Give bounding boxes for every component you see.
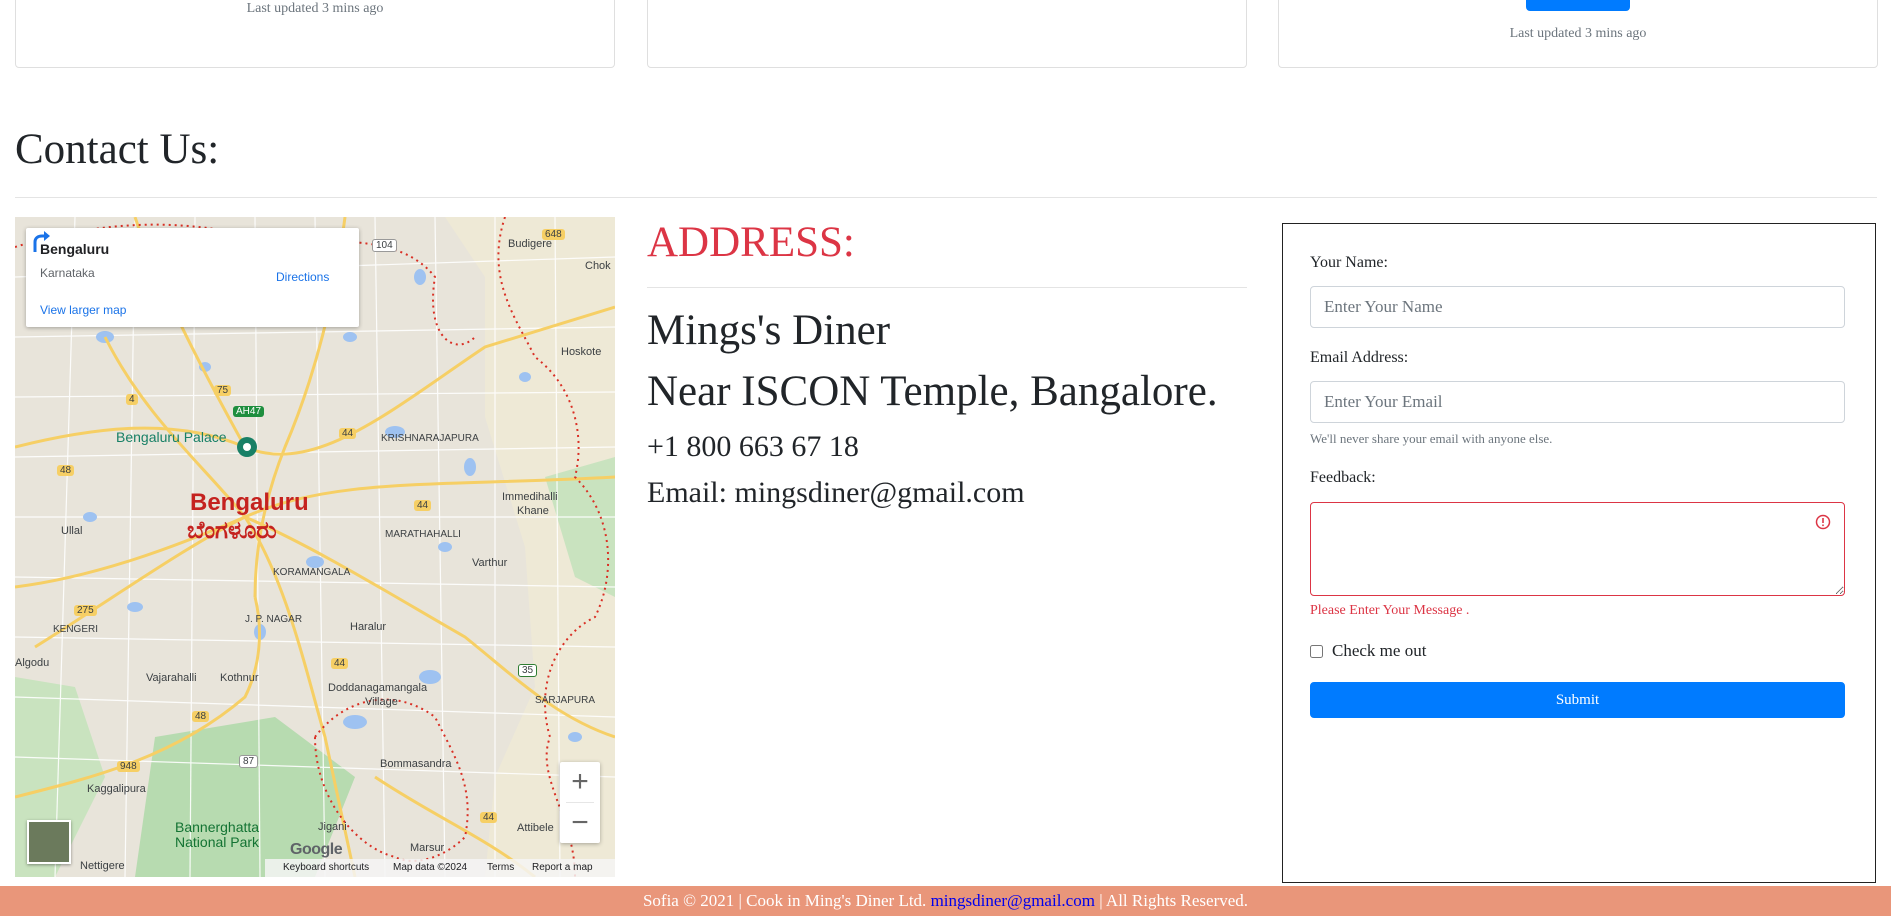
- map-park-label-line-2: National Park: [175, 834, 260, 850]
- road-badge: AH47: [233, 406, 265, 417]
- map-place-card: Bengaluru Karnataka View larger map Dire…: [26, 228, 359, 327]
- address-title: ADDRESS:: [647, 219, 855, 266]
- map-label: Attibele: [517, 822, 554, 834]
- keyboard-shortcuts-link[interactable]: Keyboard shortcuts: [283, 859, 369, 877]
- road-badge: 44: [331, 658, 349, 669]
- map-city-label-local: ಬೆಂಗಳೂರು: [187, 517, 277, 544]
- map-zoom-control: + −: [560, 762, 600, 843]
- map-label: Khane: [517, 505, 549, 517]
- site-footer: Sofia © 2021 | Cook in Ming's Diner Ltd.…: [0, 886, 1891, 916]
- map-label: Village: [365, 696, 398, 708]
- footer-suffix: | All Rights Reserved.: [1094, 891, 1249, 910]
- map-place-region: Karnataka: [40, 266, 95, 280]
- road-badge: 75: [214, 385, 232, 396]
- map-attribution-bar: Keyboard shortcuts Map data ©2024 Terms …: [265, 859, 615, 877]
- terms-link[interactable]: Terms: [487, 859, 514, 877]
- feedback-form: Your Name: Email Address: We'll never sh…: [1282, 223, 1876, 883]
- email-input[interactable]: [1310, 381, 1845, 423]
- map-label: Budigere: [508, 238, 553, 250]
- satellite-toggle-button[interactable]: [27, 820, 71, 864]
- name-label: Your Name:: [1310, 254, 1388, 271]
- google-logo: Google: [290, 841, 343, 858]
- email-help-text: We'll never share your email with anyone…: [1310, 431, 1553, 446]
- map-label: Varthur: [472, 557, 508, 569]
- card-right: Last updated 3 mins ago: [1278, 0, 1878, 68]
- road-badge: 87: [239, 755, 259, 768]
- check-me-out-checkbox[interactable]: [1310, 645, 1323, 658]
- road-badge: 48: [57, 465, 75, 476]
- report-map-error-link[interactable]: Report a map error: [532, 859, 615, 877]
- map-park-label-line-1: Bannerghatta: [175, 819, 260, 835]
- card-middle: [647, 0, 1247, 68]
- divider: [15, 197, 1877, 198]
- directions-icon[interactable]: [26, 228, 52, 254]
- map-label: Ullal: [61, 525, 83, 537]
- email-label: Email Address:: [1310, 349, 1409, 366]
- road-badge: 44: [339, 428, 357, 439]
- map-label: MARATHAHALLI: [385, 529, 461, 540]
- map-embed[interactable]: 104 648 4 75 AH47 44 44 48 275 44 35 48 …: [15, 217, 615, 877]
- restaurant-email: Email: mingsdiner@gmail.com: [647, 476, 1025, 509]
- directions-link[interactable]: Directions: [276, 270, 329, 284]
- map-label: Bommasandra: [380, 758, 452, 770]
- map-label: Hoskote: [561, 346, 602, 358]
- address-divider: [647, 287, 1247, 288]
- map-label: KRISHNARAJAPURA: [381, 433, 479, 444]
- feedback-label: Feedback:: [1310, 469, 1376, 486]
- map-label: Doddanagamangala: [328, 682, 428, 694]
- map-label: Nettigere: [80, 860, 125, 872]
- restaurant-address: Near ISCON Temple, Bangalore.: [647, 368, 1218, 415]
- road-badge: 44: [480, 812, 498, 823]
- road-badge: 35: [518, 664, 538, 677]
- page: Last updated 3 mins ago Last updated 3 m…: [0, 0, 1891, 916]
- view-larger-map-link[interactable]: View larger map: [40, 303, 126, 317]
- card-right-updated: Last updated 3 mins ago: [1509, 26, 1647, 41]
- card-left: Last updated 3 mins ago: [15, 0, 615, 68]
- road-badge: 48: [192, 711, 210, 722]
- feedback-textarea[interactable]: [1310, 502, 1845, 596]
- zoom-out-button[interactable]: −: [560, 803, 600, 843]
- map-park-label: Bannerghatta National Park: [175, 820, 259, 850]
- road-badge: 275: [74, 605, 97, 616]
- map-data-text: Map data ©2024: [393, 862, 468, 873]
- map-label: Marsur: [410, 842, 445, 854]
- map-label: Immedihalli: [502, 491, 558, 503]
- road-badge: 104: [372, 239, 397, 252]
- restaurant-name: Mings's Diner: [647, 307, 891, 354]
- submit-button[interactable]: Submit: [1310, 682, 1845, 718]
- card-left-updated: Last updated 3 mins ago: [246, 1, 384, 16]
- restaurant-phone: +1 800 663 67 18: [647, 430, 859, 463]
- zoom-in-button[interactable]: +: [560, 762, 600, 802]
- error-icon: [1815, 514, 1831, 530]
- road-badge: 948: [117, 761, 140, 772]
- map-label: SARJAPURA: [535, 695, 596, 706]
- name-input[interactable]: [1310, 286, 1845, 328]
- map-label: KORAMANGALA: [273, 567, 351, 578]
- map-label: Chok: [585, 260, 611, 272]
- footer-prefix: Sofia © 2021 | Cook in Ming's Diner Ltd.: [642, 891, 931, 910]
- map-palace-label: Bengaluru Palace: [116, 429, 227, 445]
- map-label: Kaggalipura: [87, 783, 146, 795]
- contact-title: Contact Us:: [15, 126, 220, 173]
- map-label: Vajarahalli: [146, 672, 197, 684]
- road-badge: 4: [126, 394, 138, 405]
- map-label: Kothnur: [220, 672, 259, 684]
- check-me-out-label[interactable]: Check me out: [1332, 641, 1426, 661]
- footer-email-link[interactable]: mingsdiner@gmail.com: [931, 891, 1095, 910]
- map-label: J. P. NAGAR: [245, 614, 303, 625]
- road-badge: 44: [414, 500, 432, 511]
- map-label: Algodu: [15, 657, 50, 669]
- map-city-label: Bengaluru: [190, 489, 309, 516]
- map-label: Haralur: [350, 621, 387, 633]
- card-right-button[interactable]: [1526, 0, 1630, 11]
- map-label: KENGERI: [53, 624, 99, 635]
- map-label: Jigani: [318, 821, 347, 833]
- feedback-error-message: Please Enter Your Message .: [1310, 603, 1470, 618]
